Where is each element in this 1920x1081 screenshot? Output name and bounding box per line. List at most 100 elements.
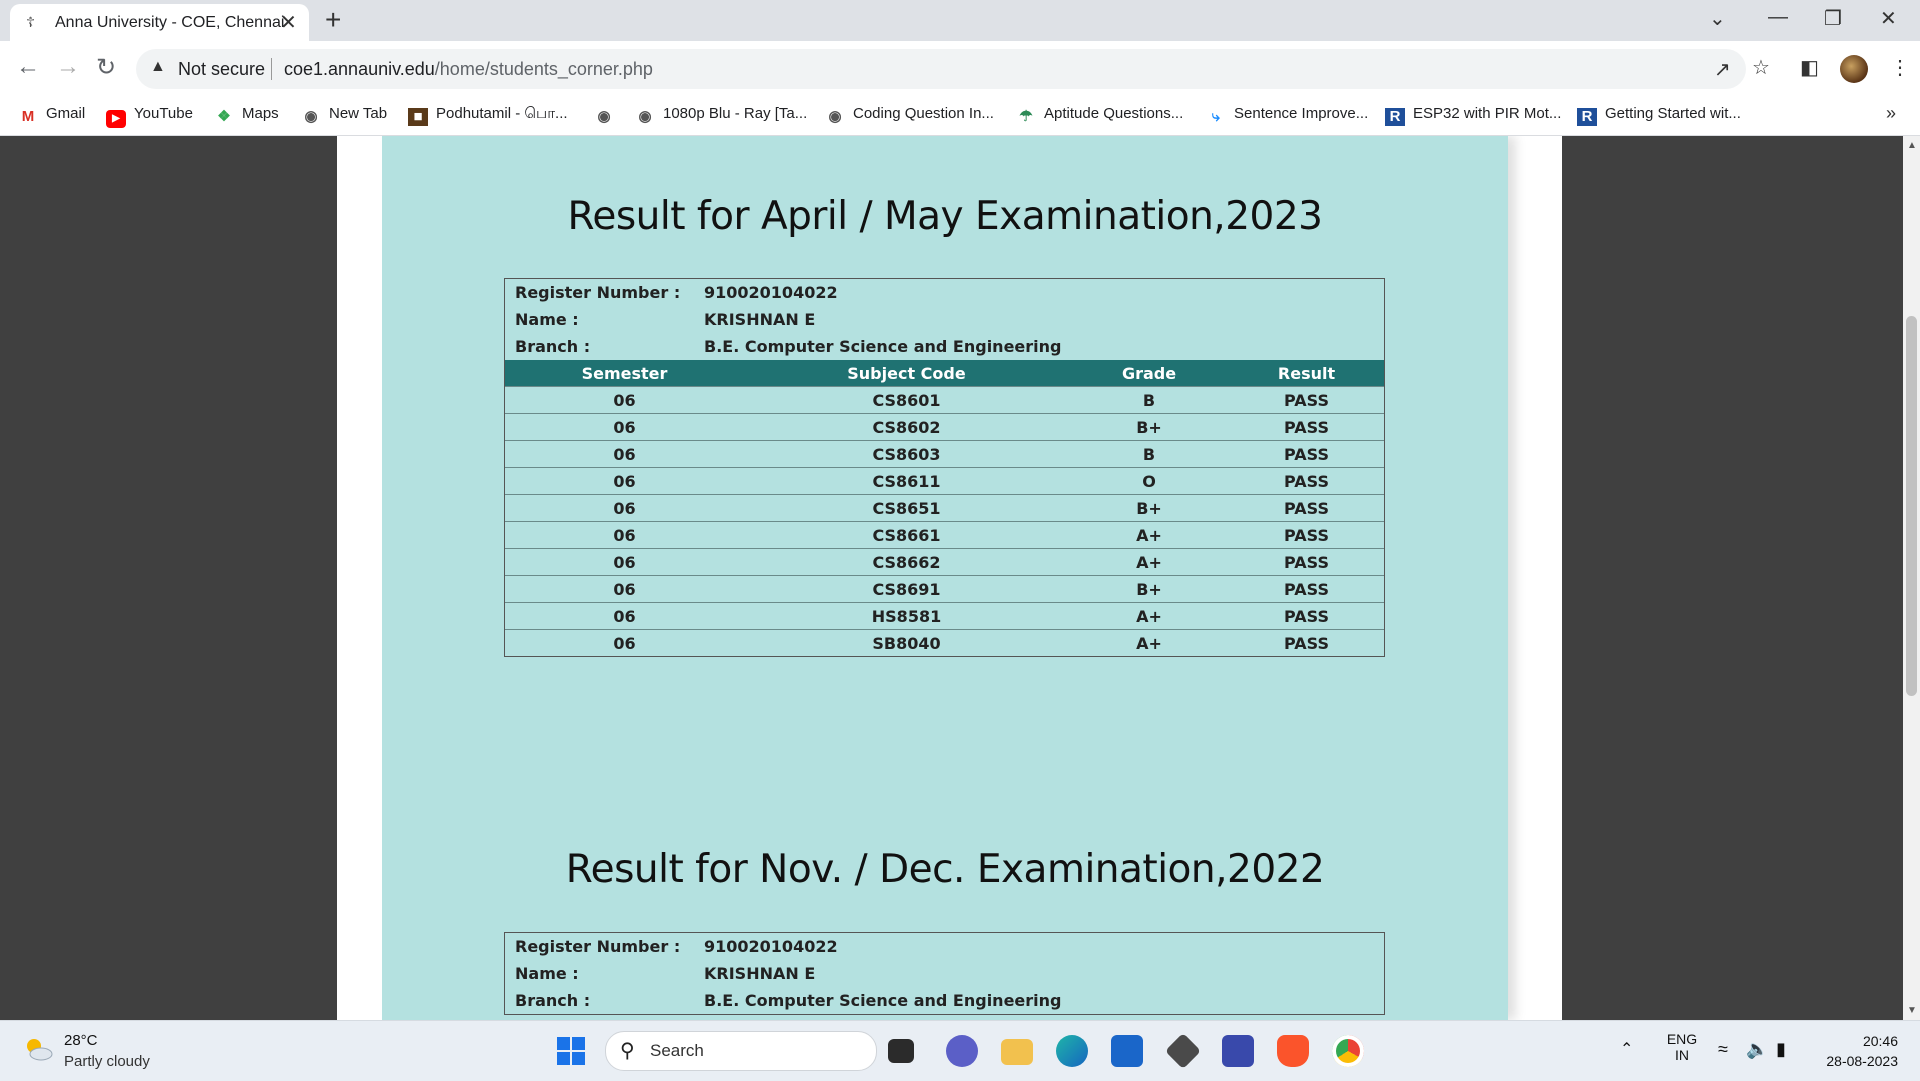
more-bookmarks-button[interactable]: »: [1886, 103, 1896, 124]
address-bar[interactable]: ▲ Not secure coe1.annauniv.edu/home/stud…: [136, 49, 1746, 89]
result-cell: PASS: [1284, 418, 1329, 437]
bookmark-bluray[interactable]: ◉ 1080p Blu - Ray [Ta...: [635, 105, 807, 125]
semester-cell: 06: [613, 499, 636, 518]
table-row: 06 CS8611 O PASS: [505, 467, 1384, 494]
wifi-icon[interactable]: ≈: [1718, 1039, 1728, 1060]
bookmark-new-tab[interactable]: ◉ New Tab: [301, 105, 387, 125]
taskbar-search[interactable]: ⚲ Search: [605, 1031, 877, 1071]
globe-icon: ◉: [828, 108, 842, 125]
tab-title: Anna University - COE, Chennai: [55, 14, 285, 31]
security-label[interactable]: Not secure: [178, 59, 265, 80]
close-tab-icon[interactable]: ✕: [280, 10, 297, 35]
new-tab-button[interactable]: +: [325, 4, 341, 36]
table-row: 06 CS8651 B+ PASS: [505, 494, 1384, 521]
forward-button[interactable]: →: [56, 53, 80, 81]
profile-avatar[interactable]: [1840, 55, 1868, 83]
bookmark-aptitude[interactable]: ☂ Aptitude Questions...: [1016, 105, 1183, 125]
brave-browser-icon[interactable]: [1277, 1035, 1309, 1067]
globe-icon: ◉: [597, 108, 611, 125]
bookmarks-bar: M Gmail ▶ YouTube ❖ Maps ◉ New Tab ■ Podhutam…: [0, 97, 1920, 136]
vs-code-like-icon[interactable]: [1222, 1035, 1254, 1067]
page-scrollbar[interactable]: ▲ ▼: [1903, 136, 1920, 1020]
bookmark-star-icon[interactable]: ☆: [1752, 55, 1770, 80]
bookmark-youtube[interactable]: ▶ YouTube: [106, 105, 193, 128]
chrome-browser-icon[interactable]: [1332, 1035, 1364, 1067]
windows-start-icon[interactable]: [555, 1035, 587, 1067]
volume-icon[interactable]: 🔈: [1746, 1039, 1768, 1060]
task-view-icon[interactable]: [888, 1039, 914, 1063]
subject-code-cell: CS8603: [872, 445, 941, 464]
share-icon[interactable]: ↗: [1714, 57, 1731, 82]
bookmark-getting-started[interactable]: R Getting Started wit...: [1577, 105, 1741, 126]
globe-icon: ◉: [304, 108, 318, 125]
system-clock[interactable]: 20:46 28-08-2023: [1808, 1031, 1898, 1071]
warning-icon[interactable]: ▲: [150, 58, 166, 76]
teams-chat-icon[interactable]: [946, 1035, 978, 1067]
bookmark-label: YouTube: [134, 105, 193, 122]
restore-button[interactable]: ❐: [1824, 6, 1842, 31]
bookmark-coding[interactable]: ◉ Coding Question In...: [825, 105, 993, 125]
table-row: 06 CS8691 B+ PASS: [505, 575, 1384, 602]
register-number-label: Register Number :: [515, 283, 681, 302]
bookmark-label: Podhutamil - பொ...: [436, 105, 568, 122]
bookmark-label: ESP32 with PIR Mot...: [1413, 105, 1562, 122]
scroll-up-arrow-icon[interactable]: ▲: [1907, 140, 1917, 151]
clock-time: 20:46: [1862, 1033, 1898, 1049]
bookmark-gmail[interactable]: M Gmail: [18, 105, 85, 126]
menu-kebab-icon[interactable]: ⋮: [1890, 55, 1910, 80]
column-header-grade: Grade: [1121, 364, 1177, 383]
partly-cloudy-icon[interactable]: [22, 1033, 54, 1065]
grade-cell: B+: [1136, 418, 1162, 437]
edge-browser-icon[interactable]: [1056, 1035, 1088, 1067]
microsoft-store-icon[interactable]: [1111, 1035, 1143, 1067]
battery-icon[interactable]: ▮: [1776, 1039, 1786, 1060]
semester-cell: 06: [613, 445, 636, 464]
minimize-button[interactable]: —: [1768, 6, 1788, 29]
bookmark-maps[interactable]: ❖ Maps: [214, 105, 278, 125]
result-cell: PASS: [1284, 445, 1329, 464]
weather-temperature[interactable]: 28°C: [64, 1032, 98, 1049]
side-panel-icon[interactable]: ◧: [1800, 55, 1819, 80]
column-header-result: Result: [1277, 364, 1336, 383]
column-header-semester: Semester: [581, 364, 668, 383]
r-logo-icon: R: [1385, 108, 1405, 126]
name-row: Name : KRISHNAN E: [505, 306, 1384, 333]
file-explorer-icon[interactable]: [1001, 1039, 1033, 1065]
bookmark-sentence[interactable]: ⤷ Sentence Improve...: [1206, 105, 1368, 126]
browser-tab[interactable]: ☦ Anna University - COE, Chennai ✕: [10, 4, 309, 41]
name-value: KRISHNAN E: [704, 964, 816, 983]
subject-code-cell: SB8040: [872, 634, 941, 653]
bookmark-label: Sentence Improve...: [1234, 105, 1369, 122]
bookmark-esp32[interactable]: R ESP32 with PIR Mot...: [1385, 105, 1561, 126]
scrollbar-thumb[interactable]: [1906, 316, 1917, 696]
subject-code-cell: CS8611: [872, 472, 941, 491]
semester-cell: 06: [613, 634, 636, 653]
table-row: 06 SB8040 A+ PASS: [505, 629, 1384, 656]
bookmark-podhutamil[interactable]: ■ Podhutamil - பொ...: [408, 105, 568, 126]
semester-cell: 06: [613, 607, 636, 626]
input-language[interactable]: ENG IN: [1664, 1031, 1700, 1063]
name-label: Name :: [515, 964, 579, 983]
umbrella-icon: ☂: [1019, 108, 1033, 125]
table-row: 06 CS8661 A+ PASS: [505, 521, 1384, 548]
page-viewport: Result for April / May Examination,2023 …: [0, 136, 1903, 1020]
weather-description[interactable]: Partly cloudy: [64, 1053, 150, 1070]
url-text[interactable]: coe1.annauniv.edu/home/students_corner.p…: [284, 59, 653, 80]
name-label: Name :: [515, 310, 579, 329]
grade-cell: B: [1142, 445, 1156, 464]
result-cell: PASS: [1284, 472, 1329, 491]
semester-cell: 06: [613, 472, 636, 491]
show-hidden-icons-chevron-icon[interactable]: ⌃: [1620, 1039, 1633, 1059]
back-button[interactable]: ←: [16, 53, 40, 81]
result-cell: PASS: [1284, 391, 1329, 410]
grade-cell: A+: [1136, 526, 1162, 545]
result-heading-2023: Result for April / May Examination,2023: [567, 194, 1323, 239]
bookmark-globe[interactable]: ◉: [594, 105, 622, 125]
register-number-value: 910020104022: [704, 283, 838, 302]
scroll-down-arrow-icon[interactable]: ▼: [1907, 1005, 1917, 1016]
column-header-subject-code: Subject Code: [847, 364, 966, 383]
reload-button[interactable]: ↻: [96, 53, 116, 82]
close-window-button[interactable]: ✕: [1880, 6, 1897, 31]
cube-app-icon[interactable]: [1164, 1032, 1202, 1070]
tab-search-chevron-icon[interactable]: ⌄: [1709, 6, 1726, 31]
